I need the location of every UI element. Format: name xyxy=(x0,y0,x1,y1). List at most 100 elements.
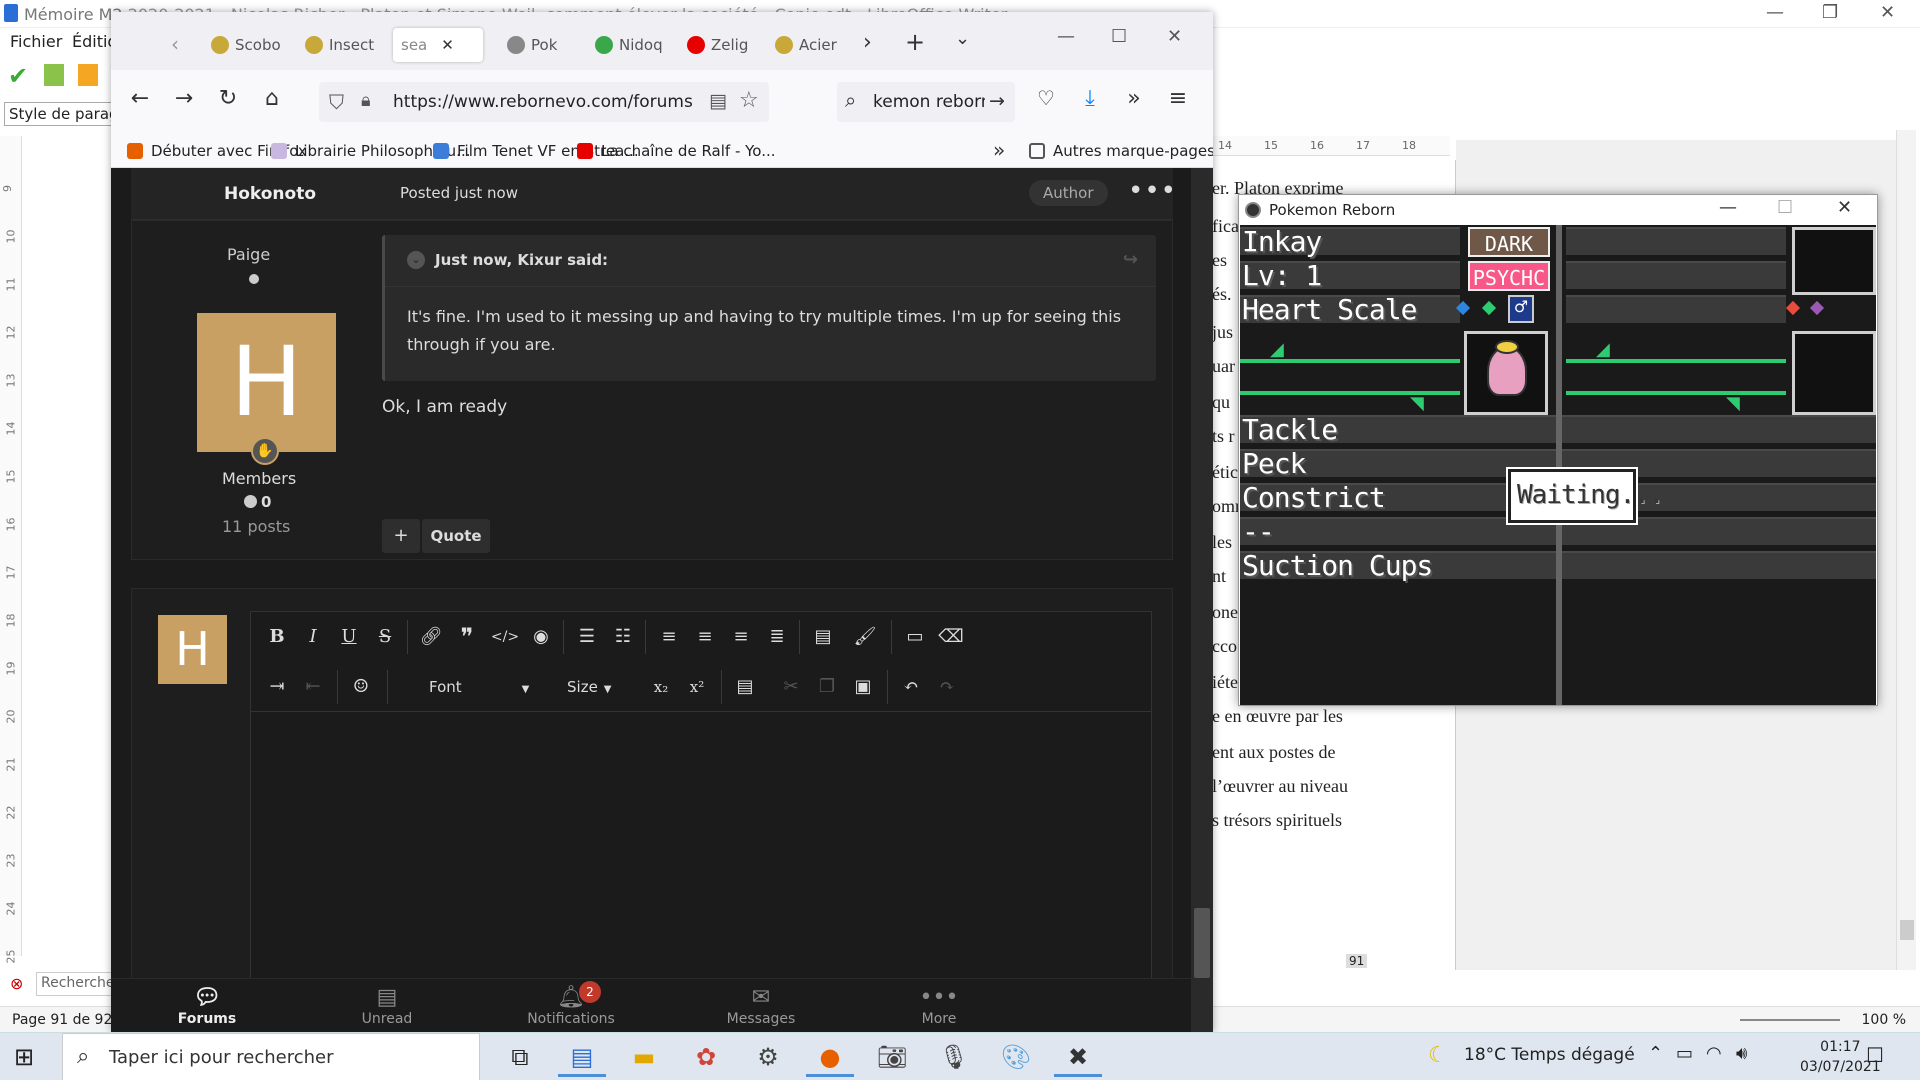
superscript-icon[interactable]: x² xyxy=(677,670,717,704)
post-author[interactable]: Hokonoto xyxy=(224,184,316,204)
nav-unread[interactable]: ▤ Unread xyxy=(327,985,447,1027)
new-tab-icon[interactable]: + xyxy=(905,28,925,56)
download-icon[interactable]: ⤓ xyxy=(1075,86,1105,111)
search-go-icon[interactable]: → xyxy=(989,90,1005,112)
lock-icon[interactable]: 🔒︎ xyxy=(361,90,371,111)
overflow-icon[interactable]: » xyxy=(1119,86,1149,111)
paint-brush-icon[interactable]: 🖌︎ xyxy=(845,620,885,654)
copy-icon[interactable]: ❐ xyxy=(807,670,847,704)
nav-notifications[interactable]: 🔔︎ 2 Notifications xyxy=(511,981,631,1027)
search-text[interactable]: kemon reborn xyxy=(873,92,985,112)
writer-close-icon[interactable]: ✕ xyxy=(1880,2,1895,23)
bold-icon[interactable]: B xyxy=(257,620,297,654)
align-center-icon[interactable]: ≡ xyxy=(685,620,725,654)
microphone-icon[interactable]: 🎙︎ xyxy=(930,1037,978,1077)
writer-search-input[interactable]: Rechercher xyxy=(36,972,120,996)
windows-start-icon[interactable]: ⊞ xyxy=(14,1043,34,1071)
menu-file[interactable]: Fichier xyxy=(10,32,62,51)
battery-icon[interactable]: ▭ xyxy=(1676,1043,1693,1064)
spoiler-eye-icon[interactable]: ◉ xyxy=(521,620,561,654)
pocket-icon[interactable]: ♡ xyxy=(1031,86,1061,110)
writer-scroll-thumb[interactable] xyxy=(1900,920,1914,940)
tab-zelig[interactable]: Zelig xyxy=(687,28,767,62)
tab-close-icon[interactable]: ✕ xyxy=(441,36,454,54)
post-date[interactable]: Posted just now xyxy=(400,184,518,202)
volume-icon[interactable]: 🔊︎ xyxy=(1736,1043,1747,1064)
page-scroll-thumb[interactable] xyxy=(1194,908,1210,978)
align-right-icon[interactable]: ≡ xyxy=(721,620,761,654)
tab-insect[interactable]: Insect xyxy=(305,28,385,62)
justify-icon[interactable]: ≣ xyxy=(757,620,797,654)
writer-minimize-icon[interactable]: — xyxy=(1766,2,1784,23)
code-icon[interactable]: </> xyxy=(485,620,525,654)
reload-icon[interactable]: ↻ xyxy=(213,86,243,111)
libreoffice-writer-icon[interactable]: ▤ xyxy=(558,1037,606,1077)
preview-icon[interactable]: ▤ xyxy=(725,670,765,704)
paste-icon[interactable]: ▣ xyxy=(843,670,883,704)
tab-list-icon[interactable]: ⌄ xyxy=(955,28,970,49)
back-icon[interactable]: ← xyxy=(125,86,155,111)
green-note-icon[interactable] xyxy=(44,64,64,86)
author-avatar[interactable]: H xyxy=(197,313,336,452)
italic-icon[interactable]: I xyxy=(293,620,333,654)
url-bar[interactable]: ⛉ 🔒︎ https://www.rebornevo.com/forums/to… xyxy=(319,82,769,122)
quote-share-icon[interactable]: ↪ xyxy=(1123,249,1138,270)
bookmark-star-icon[interactable]: ☆ xyxy=(739,88,759,113)
forward-icon[interactable]: → xyxy=(169,86,199,111)
post-more-icon[interactable]: ••• xyxy=(1128,176,1177,206)
tab-acier[interactable]: Acier xyxy=(775,28,855,62)
tab-sea[interactable]: sea ✕ xyxy=(393,28,483,62)
source-icon[interactable]: ▭ xyxy=(895,620,935,654)
link-icon[interactable]: 🔗︎ xyxy=(411,620,451,654)
tab-scroll-left-icon[interactable]: ‹ xyxy=(171,32,179,56)
hamburger-menu-icon[interactable]: ≡ xyxy=(1163,86,1193,111)
numbered-list-icon[interactable]: ☷ xyxy=(603,620,643,654)
home-icon[interactable]: ⌂ xyxy=(257,86,287,111)
quote-format-icon[interactable]: ❞ xyxy=(447,620,487,654)
nav-more[interactable]: ••• More xyxy=(879,985,999,1027)
underline-icon[interactable]: U xyxy=(329,620,369,654)
multiquote-button[interactable]: + xyxy=(382,519,420,553)
checkmark-icon[interactable]: ✔ xyxy=(8,62,28,90)
current-user-avatar[interactable]: H xyxy=(158,615,227,684)
reader-view-icon[interactable]: ▤ xyxy=(709,90,727,112)
game-screen[interactable]: Inkay Lv: 1 Heart Scale DARK PSYCHC ♂ ◢ … xyxy=(1240,225,1876,705)
file-explorer-icon[interactable]: ▬ xyxy=(620,1037,668,1077)
nav-messages[interactable]: ✉ Messages xyxy=(701,985,821,1027)
firefox-minimize-icon[interactable]: — xyxy=(1057,26,1075,47)
indent-icon[interactable]: ⇥ xyxy=(257,670,297,704)
search-close-icon[interactable]: ⊗ xyxy=(10,974,23,993)
camera-icon[interactable]: 📷︎ xyxy=(868,1037,916,1077)
task-view-icon[interactable]: ⧉ xyxy=(496,1037,544,1077)
quote-button[interactable]: Quote xyxy=(422,519,490,553)
template-icon[interactable]: ▤ xyxy=(803,620,843,654)
firefox-maximize-icon[interactable]: ☐ xyxy=(1111,26,1127,47)
firefox-taskbar-icon[interactable]: ● xyxy=(806,1037,854,1077)
taskbar-search[interactable]: ⌕ Taper ici pour rechercher xyxy=(62,1033,480,1080)
bookmarks-overflow-icon[interactable]: » xyxy=(993,138,1005,162)
url-text[interactable]: https://www.rebornevo.com/forums/topic/5… xyxy=(393,92,693,112)
tab-scroll-right-icon[interactable]: › xyxy=(863,30,872,55)
cut-icon[interactable]: ✂ xyxy=(771,670,811,704)
shield-icon[interactable]: ⛉ xyxy=(329,90,344,114)
strikethrough-icon[interactable]: S xyxy=(365,620,405,654)
search-bar[interactable]: ⌕ kemon reborn → xyxy=(837,82,1015,122)
pokemon-reborn-taskbar-icon[interactable]: ✖ xyxy=(1054,1037,1102,1077)
bookmark-item[interactable]: La chaîne de Ralf - Yo... xyxy=(577,142,776,160)
zoom-slider[interactable] xyxy=(1740,1019,1840,1021)
weather-text[interactable]: 18°C Temps dégagé xyxy=(1464,1045,1635,1065)
wifi-icon[interactable]: ◠ xyxy=(1706,1043,1722,1064)
eraser-icon[interactable]: ⌫ xyxy=(931,620,971,654)
game-close-icon[interactable]: ✕ xyxy=(1837,197,1852,218)
tab-pok[interactable]: Pok xyxy=(507,28,587,62)
emoji-icon[interactable]: ☺ xyxy=(341,670,381,704)
page-scrollbar[interactable] xyxy=(1191,168,1213,1032)
outdent-icon[interactable]: ⇤ xyxy=(293,670,333,704)
bulleted-list-icon[interactable]: ☰ xyxy=(567,620,607,654)
quote-expand-icon[interactable]: ⌄ xyxy=(407,251,425,269)
font-dropdown[interactable]: Font ▼ xyxy=(429,670,529,704)
paint-icon[interactable]: ✿ xyxy=(682,1037,730,1077)
nav-forums[interactable]: 💬︎ Forums xyxy=(147,985,267,1027)
other-bookmarks[interactable]: Autres marque-pages xyxy=(1029,142,1213,160)
palette-icon[interactable]: 🎨︎ xyxy=(992,1037,1040,1077)
